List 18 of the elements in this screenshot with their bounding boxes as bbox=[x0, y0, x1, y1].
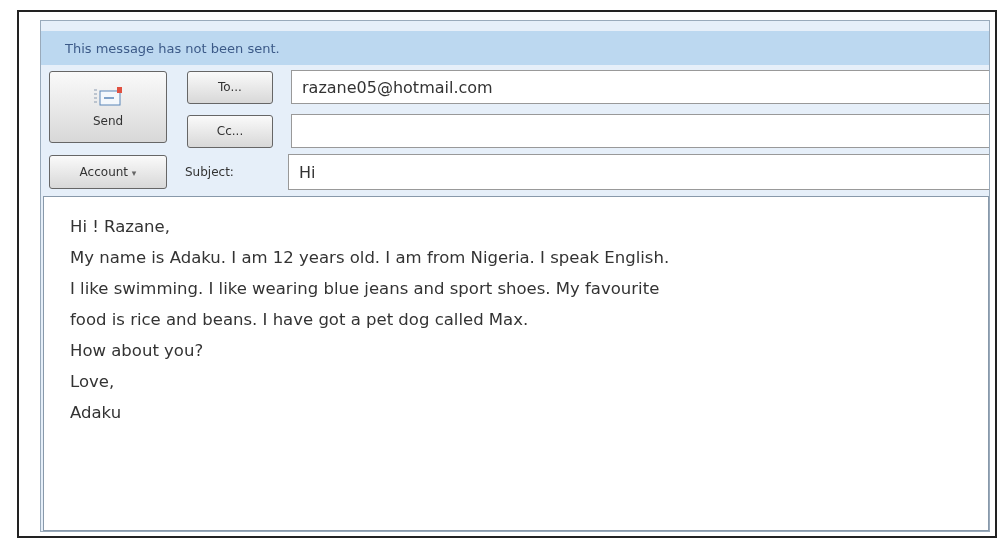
body-text-line: I like swimming. I like wearing blue jeans and sport shoes. My favourite bbox=[70, 278, 661, 300]
info-message: This message has not been sent. bbox=[65, 40, 280, 56]
body-text-line: Hi ! Razane, bbox=[70, 216, 171, 238]
address-field[interactable] bbox=[291, 114, 989, 148]
body-text-line: How about you? bbox=[70, 340, 205, 362]
body-text-line: food is rice and beans. I have got a pet dog called Max. bbox=[70, 309, 530, 331]
account-button[interactable]: Account ▾ bbox=[49, 155, 167, 189]
subject-label: Subject: bbox=[185, 165, 235, 179]
envelope-icon bbox=[93, 86, 123, 108]
send-button[interactable]: Send bbox=[49, 71, 167, 143]
message-body[interactable] bbox=[43, 196, 989, 531]
subject-field[interactable]: Hi bbox=[288, 154, 989, 190]
body-text-line: Love, bbox=[70, 371, 116, 393]
recipient-button[interactable]: Cc... bbox=[187, 114, 273, 148]
body-text-line: Adaku bbox=[70, 402, 123, 424]
recipient-button[interactable]: To... bbox=[187, 70, 273, 104]
body-text-line: My name is Adaku. I am 12 years old. I am from Nigeria. I speak English. bbox=[70, 247, 671, 269]
address-field[interactable]: razane05@hotmail.com bbox=[291, 70, 989, 104]
